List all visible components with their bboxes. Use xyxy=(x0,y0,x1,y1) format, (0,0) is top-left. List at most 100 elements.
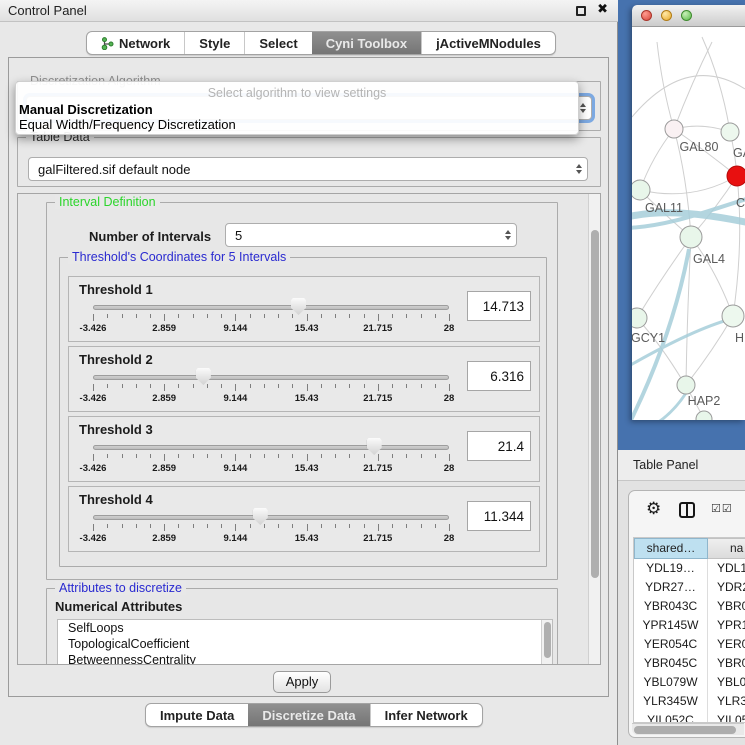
table-row[interactable]: YDR27…YDR27 xyxy=(634,578,745,597)
numerical-attributes-list: SelfLoops TopologicalCoefficient Between… xyxy=(57,619,553,665)
node-label: GA xyxy=(733,146,745,160)
minimize-traffic-light-icon[interactable] xyxy=(661,10,672,21)
network-icon xyxy=(101,37,114,50)
slider-ticks xyxy=(93,524,449,532)
combo-stepper-icon xyxy=(571,164,587,174)
table-row[interactable]: YPR145WYPR14 xyxy=(634,616,745,635)
numerical-attributes-label: Numerical Attributes xyxy=(55,599,182,614)
slider-thumb[interactable] xyxy=(253,508,268,525)
algorithm-settings-panel: Interval Definition Number of Intervals … xyxy=(17,193,601,665)
scrollbar-thumb[interactable] xyxy=(544,622,551,658)
node-label: C xyxy=(736,196,745,210)
tab-infer-network[interactable]: Infer Network xyxy=(370,704,482,726)
number-of-intervals-label: Number of Intervals xyxy=(89,229,211,244)
node-table-panel: ⚙ ☑☑ shared… na YDL19…YDL19 YDR27…YDR27 … xyxy=(628,490,745,738)
popup-placeholder: Select algorithm to view settings xyxy=(16,86,578,100)
float-window-icon[interactable] xyxy=(576,6,586,16)
tab-network-label: Network xyxy=(119,36,170,51)
table-row[interactable]: YDL19…YDL19 xyxy=(634,559,745,578)
node-gal80[interactable] xyxy=(665,120,683,138)
number-of-intervals-combobox[interactable]: 5 xyxy=(225,223,517,247)
table-row[interactable]: YBR045CYBR04 xyxy=(634,654,745,673)
node-top-right[interactable] xyxy=(721,123,739,141)
list-item[interactable]: SelfLoops xyxy=(58,620,552,636)
cyni-bottom-tabs: Impute Data Discretize Data Infer Networ… xyxy=(145,703,483,727)
close-traffic-light-icon[interactable] xyxy=(641,10,652,21)
node-hap2[interactable] xyxy=(677,376,695,394)
table-row[interactable]: YLR345WYLR34 xyxy=(634,692,745,711)
table-row[interactable]: YBL079WYBL07 xyxy=(634,673,745,692)
node-gcy1[interactable] xyxy=(632,308,647,328)
scrollbar-thumb[interactable] xyxy=(634,726,736,734)
group-title: Threshold's Coordinates for 5 Intervals xyxy=(68,250,290,264)
node-table: shared… na YDL19…YDL19 YDR27…YDR27 YBR04… xyxy=(633,537,745,723)
node-label: GAL11 xyxy=(645,201,683,215)
slider-thumb[interactable] xyxy=(291,298,306,315)
node-bottom[interactable] xyxy=(696,411,712,420)
threshold-3-slider[interactable] xyxy=(93,445,449,450)
node-gal4[interactable] xyxy=(680,226,702,248)
threshold-1-box: Threshold 1 -3.426 2.859 9.144 15.43 21.… xyxy=(68,276,540,342)
network-canvas[interactable]: GAL80 GA C GAL11 GAL4 GCY1 H HAP2 xyxy=(632,27,745,420)
slider-ticks xyxy=(93,454,449,462)
select-checkboxes-icon[interactable]: ☑☑ xyxy=(711,502,733,515)
algorithm-dropdown-popup: Select algorithm to view settings Manual… xyxy=(15,81,579,135)
slider-ticks xyxy=(93,384,449,392)
column-header-shared-name[interactable]: shared… xyxy=(634,538,708,559)
apply-button[interactable]: Apply xyxy=(273,671,331,693)
table-data-group: Table Data galFiltered.sif default node xyxy=(17,137,601,187)
threshold-3-value-field[interactable]: 21.4 xyxy=(467,431,531,461)
threshold-2-value-field[interactable]: 6.316 xyxy=(467,361,531,391)
node-label: H xyxy=(735,331,744,345)
node-h[interactable] xyxy=(722,305,744,327)
tab-discretize-data[interactable]: Discretize Data xyxy=(248,704,369,726)
tab-jactivemnodules[interactable]: jActiveMNodules xyxy=(421,32,555,54)
node-label: HAP2 xyxy=(688,394,721,408)
gear-icon[interactable]: ⚙ xyxy=(646,499,661,519)
settings-scrollbar[interactable] xyxy=(588,194,600,664)
table-panel-title: Table Panel xyxy=(633,458,698,472)
threshold-coordinates-group: Threshold's Coordinates for 5 Intervals … xyxy=(59,257,547,567)
threshold-2-box: Threshold 2 -3.426 2.859 9.144 15.43 21.… xyxy=(68,346,540,412)
group-title: Interval Definition xyxy=(55,195,160,209)
attributes-group: Attributes to discretize Numerical Attri… xyxy=(46,588,558,665)
table-row[interactable]: YER054CYER05 xyxy=(634,635,745,654)
slider-thumb[interactable] xyxy=(196,368,211,385)
control-panel-tabs: Network Style Select Cyni Toolbox jActiv… xyxy=(86,31,556,55)
table-horizontal-scrollbar[interactable] xyxy=(632,723,744,735)
threshold-4-slider[interactable] xyxy=(93,515,449,520)
zoom-traffic-light-icon[interactable] xyxy=(681,10,692,21)
tab-style[interactable]: Style xyxy=(184,32,244,54)
table-row[interactable]: YBR043CYBR04 xyxy=(634,597,745,616)
table-panel-body: ⚙ ☑☑ shared… na YDL19…YDL19 YDR27…YDR27 … xyxy=(618,481,745,745)
cyni-toolbox-panel: Discretization Algorithm Select algorith… xyxy=(8,57,609,697)
threshold-4-value-field[interactable]: 11.344 xyxy=(467,501,531,531)
tab-impute-data[interactable]: Impute Data xyxy=(146,704,248,726)
popup-option-equal-width-frequency[interactable]: Equal Width/Frequency Discretization xyxy=(19,117,236,132)
threshold-2-slider[interactable] xyxy=(93,375,449,380)
network-view-window: GAL80 GA C GAL11 GAL4 GCY1 H HAP2 xyxy=(632,5,745,420)
group-title: Attributes to discretize xyxy=(55,581,186,595)
list-scrollbar[interactable] xyxy=(541,620,552,664)
control-panel: Control Panel ✖ Network Style Select Cyn… xyxy=(0,0,618,745)
threshold-1-slider[interactable] xyxy=(93,305,449,310)
network-window-titlebar[interactable] xyxy=(632,5,745,27)
control-panel-titlebar: Control Panel ✖ xyxy=(0,0,618,22)
tab-cyni-toolbox[interactable]: Cyni Toolbox xyxy=(312,32,421,54)
column-header-name[interactable]: na xyxy=(708,538,745,559)
tab-select[interactable]: Select xyxy=(244,32,311,54)
table-row[interactable]: YIL052CYIL05 xyxy=(634,711,745,723)
list-item[interactable]: TopologicalCoefficient xyxy=(58,636,552,652)
slider-thumb[interactable] xyxy=(367,438,382,455)
node-gal11[interactable] xyxy=(632,180,650,200)
tab-network[interactable]: Network xyxy=(87,32,184,54)
table-data-combobox[interactable]: galFiltered.sif default node xyxy=(28,157,588,181)
close-icon[interactable]: ✖ xyxy=(597,2,608,17)
node-red-selected[interactable] xyxy=(727,166,745,186)
list-item[interactable]: BetweennessCentrality xyxy=(58,652,552,665)
popup-option-manual-discretization[interactable]: Manual Discretization xyxy=(19,102,153,117)
node-label: GAL4 xyxy=(693,252,725,266)
columns-icon[interactable] xyxy=(679,502,695,518)
scrollbar-thumb[interactable] xyxy=(591,230,599,578)
threshold-1-value-field[interactable]: 14.713 xyxy=(467,291,531,321)
